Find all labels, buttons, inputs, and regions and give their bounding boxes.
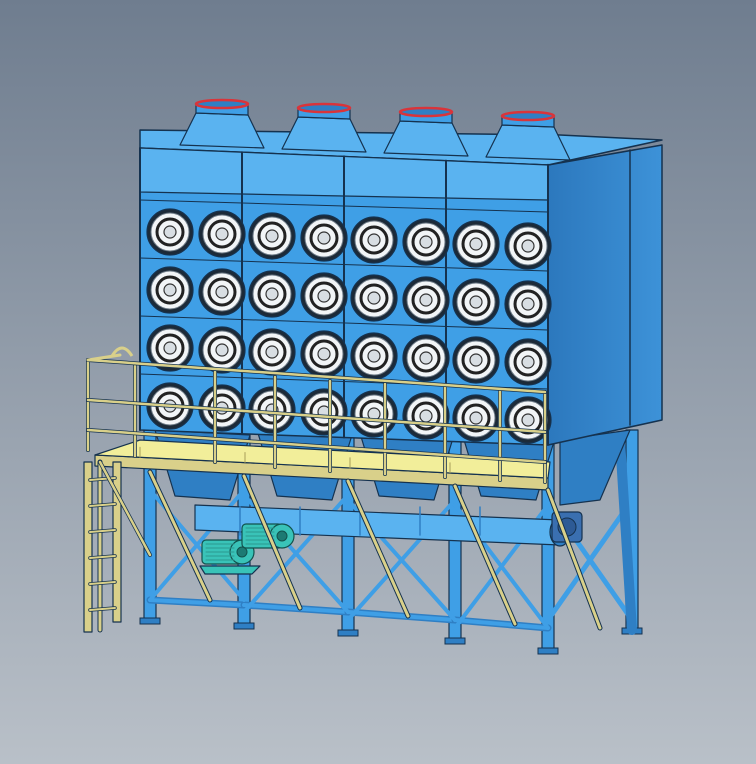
ladder-rail-left — [83, 461, 93, 633]
filter-cartridge-hub — [163, 283, 177, 297]
filter-cartridge-hub — [317, 231, 331, 245]
filter-cartridge-hub — [469, 411, 483, 425]
filter-cartridge-hub — [265, 229, 279, 243]
filter-cartridge-hub — [215, 285, 229, 299]
leg-foot-plate — [444, 637, 466, 645]
filter-cartridge-hub — [521, 297, 535, 311]
leg-foot-plate — [537, 647, 559, 655]
filter-cartridge-hub — [367, 291, 381, 305]
filter-cartridge-hub — [521, 413, 535, 427]
filter-cartridge-hub — [521, 355, 535, 369]
blower-motor-base — [199, 565, 261, 575]
outlet-flange-red-rim — [398, 106, 454, 118]
housing-side-panel — [547, 144, 663, 446]
filter-cartridge-hub — [469, 237, 483, 251]
dust-collector-drawing — [0, 0, 756, 764]
leg-foot-plate — [139, 617, 161, 625]
filter-cartridge-hub — [265, 345, 279, 359]
filter-cartridge-hub — [215, 343, 229, 357]
conveyor-motor-shaft — [276, 530, 288, 542]
filter-cartridge-hub — [367, 349, 381, 363]
filter-cartridge-hub — [419, 351, 433, 365]
leg-foot-plate — [337, 629, 359, 637]
filter-cartridge-hub — [215, 227, 229, 241]
filter-cartridge-hub — [469, 353, 483, 367]
filter-cartridge-hub — [419, 235, 433, 249]
filter-cartridge-hub — [317, 289, 331, 303]
filter-cartridge-hub — [367, 233, 381, 247]
filter-cartridge-hub — [469, 295, 483, 309]
filter-cartridge-hub — [163, 225, 177, 239]
filter-cartridge-hub — [265, 287, 279, 301]
outlet-flange-red-rim — [194, 98, 250, 110]
outlet-flange-red-rim — [296, 102, 352, 114]
dust-collector-render — [0, 0, 756, 764]
filter-cartridge-hub — [419, 409, 433, 423]
filter-cartridge-hub — [419, 293, 433, 307]
outlet-flange-red-rim — [500, 110, 556, 122]
filter-cartridge-hub — [521, 239, 535, 253]
leg-foot-plate — [233, 622, 255, 630]
filter-cartridge-hub — [317, 347, 331, 361]
filter-cartridge-hub — [163, 341, 177, 355]
